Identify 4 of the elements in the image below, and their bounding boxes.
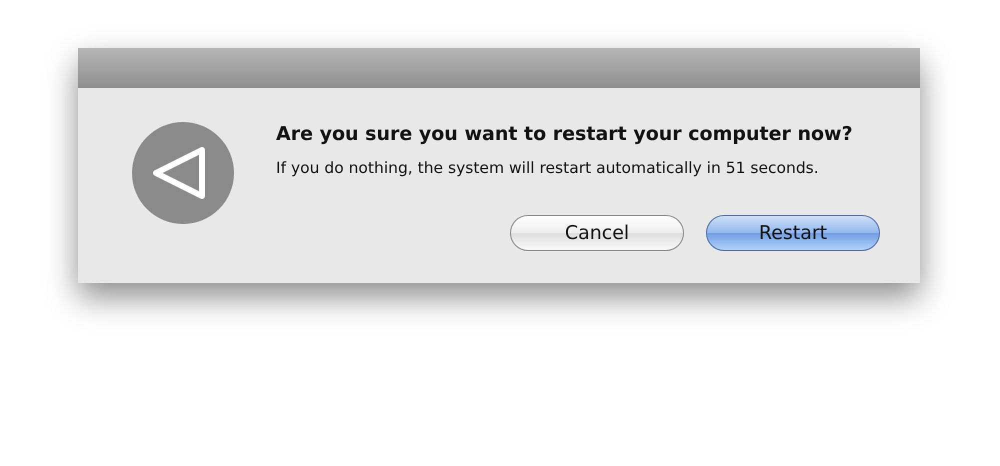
dialog-message: If you do nothing, the system will restart automatically in 51 seconds. xyxy=(276,158,820,179)
dialog-button[interactable]: Cancel xyxy=(510,215,684,251)
dialog-title: Are you sure you want to restart your computer now? xyxy=(276,122,854,147)
default-button[interactable]: Restart xyxy=(706,215,880,251)
